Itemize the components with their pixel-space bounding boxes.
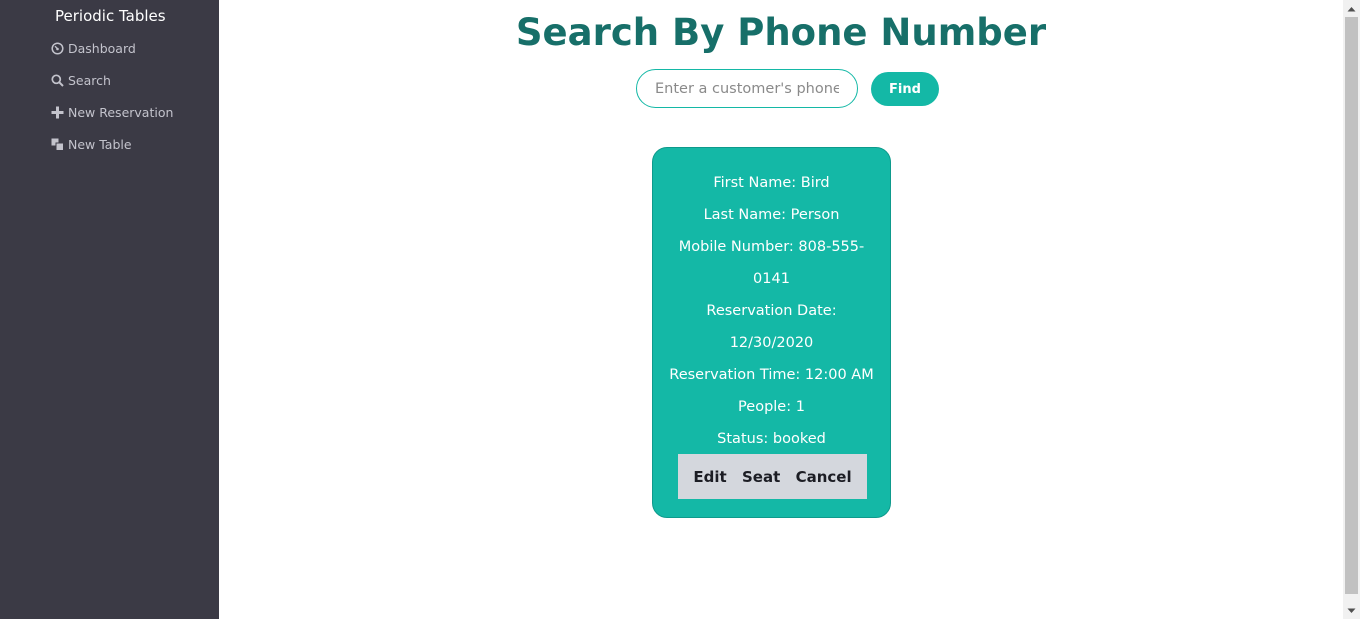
people-count: People: 1 <box>738 399 805 415</box>
sidebar-item-label: Dashboard <box>68 40 136 56</box>
scrollbar-thumb[interactable] <box>1345 17 1358 594</box>
last-name: Last Name: Person <box>703 207 840 223</box>
reservation-card: First Name: Bird Last Name: Person Mobil… <box>652 147 891 518</box>
scroll-up-arrow-icon[interactable] <box>1343 0 1360 17</box>
reservation-time: Reservation Time: 12:00 AM <box>669 367 874 383</box>
reservation-actions: Edit Seat Cancel <box>678 454 867 499</box>
sidebar-item-label: New Table <box>68 136 132 152</box>
sidebar-item-label: Search <box>68 72 111 88</box>
edit-button[interactable]: Edit <box>693 468 726 486</box>
find-button[interactable]: Find <box>871 72 939 106</box>
reservation-status: Status: booked <box>717 431 826 447</box>
brand-title[interactable]: Periodic Tables <box>55 6 166 26</box>
sidebar-item-new-reservation[interactable]: New Reservation <box>51 102 173 122</box>
vertical-scrollbar[interactable] <box>1343 0 1360 619</box>
page-title: Search By Phone Number <box>515 11 1047 54</box>
sidebar-item-dashboard[interactable]: Dashboard <box>51 38 136 58</box>
dashboard-icon <box>51 41 64 55</box>
sidebar-item-label: New Reservation <box>68 104 174 120</box>
sidebar: Periodic Tables Dashboard Search New Res… <box>0 0 219 619</box>
mobile-number: Mobile Number: 808-555-0141 <box>678 239 865 287</box>
sidebar-item-search[interactable]: Search <box>51 70 111 90</box>
reservation-date: Reservation Date: 12/30/2020 <box>706 303 837 351</box>
phone-search-input[interactable] <box>636 69 858 108</box>
sidebar-item-new-table[interactable]: New Table <box>51 134 132 154</box>
seat-button[interactable]: Seat <box>742 468 780 486</box>
search-icon <box>51 73 64 87</box>
main-content: Search By Phone Number Find First Name: … <box>219 0 1343 619</box>
cancel-button[interactable]: Cancel <box>796 468 852 486</box>
first-name: First Name: Bird <box>713 175 830 191</box>
scroll-down-arrow-icon[interactable] <box>1343 602 1360 619</box>
layers-icon <box>51 138 64 151</box>
plus-icon <box>51 106 64 119</box>
